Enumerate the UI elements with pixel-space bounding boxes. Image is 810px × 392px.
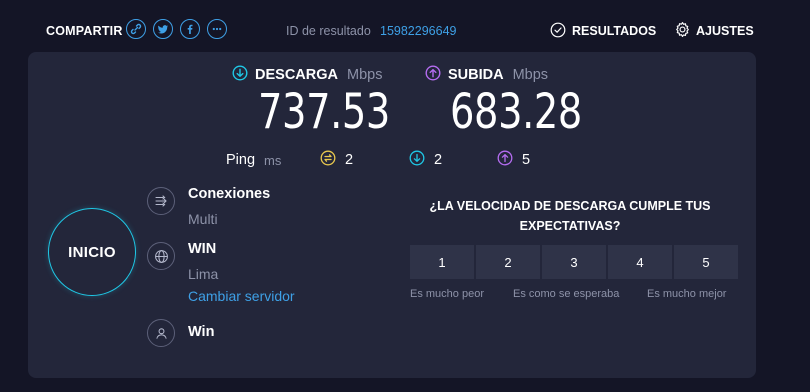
results-button[interactable]: RESULTADOS: [550, 22, 656, 40]
ping-download: 2: [409, 150, 442, 170]
download-header: DESCARGA Mbps: [232, 65, 383, 85]
rating-option-5[interactable]: 5: [674, 245, 738, 279]
download-speed-value: 737.53: [258, 84, 390, 140]
rating-caption-low: Es mucho peor: [410, 288, 484, 300]
rating-options: 1 2 3 4 5: [410, 245, 738, 279]
settings-label: AJUSTES: [696, 24, 754, 38]
results-label: RESULTADOS: [572, 24, 657, 38]
ping-download-value: 2: [434, 152, 443, 168]
ping-idle: 2: [320, 150, 353, 170]
connections-title: Conexiones: [188, 186, 271, 202]
connections-icon: [147, 187, 175, 215]
download-label: DESCARGA: [255, 67, 338, 83]
ping-upload-value: 5: [522, 152, 531, 168]
ping-unit: ms: [264, 153, 282, 168]
ping-label: Ping: [226, 152, 256, 168]
connections-value: Multi: [188, 211, 218, 227]
start-button[interactable]: INICIO: [48, 208, 136, 296]
upload-speed-value: 683.28: [450, 84, 582, 140]
upload-unit: Mbps: [512, 67, 549, 83]
share-label: COMPARTIR: [46, 24, 123, 38]
gear-icon: [674, 21, 691, 41]
settings-button[interactable]: AJUSTES: [674, 22, 754, 40]
server-location: Lima: [188, 266, 219, 282]
rating-caption-mid: Es como se esperaba: [513, 288, 620, 300]
result-id-link[interactable]: 15982296649: [380, 24, 456, 38]
rating-option-2[interactable]: 2: [476, 245, 540, 279]
result-id-label: ID de resultado: [286, 24, 371, 38]
ping-idle-value: 2: [345, 152, 354, 168]
more-icon[interactable]: [207, 19, 227, 39]
rating-option-1[interactable]: 1: [410, 245, 474, 279]
upload-header: SUBIDA Mbps: [425, 65, 549, 85]
user-name: Win: [188, 324, 215, 340]
download-arrow-icon: [232, 65, 248, 85]
facebook-icon[interactable]: [180, 19, 200, 39]
rating-question: ¿LA VELOCIDAD DE DESCARGA CUMPLE TUS EXP…: [429, 199, 711, 233]
provider-name: WIN: [188, 241, 217, 257]
upload-arrow-icon: [425, 65, 441, 85]
rating-caption-high: Es mucho mejor: [647, 288, 727, 300]
user-icon: [147, 319, 175, 347]
rating-option-3[interactable]: 3: [542, 245, 606, 279]
download-latency-icon: [409, 150, 425, 170]
ping-upload: 5: [497, 150, 530, 170]
twitter-icon[interactable]: [153, 19, 173, 39]
link-icon[interactable]: [126, 19, 146, 39]
check-circle-icon: [550, 22, 566, 41]
rating-option-4[interactable]: 4: [608, 245, 672, 279]
upload-latency-icon: [497, 150, 513, 170]
download-unit: Mbps: [346, 67, 383, 83]
idle-latency-icon: [320, 150, 336, 170]
globe-icon: [147, 242, 175, 270]
change-server-link[interactable]: Cambiar servidor: [188, 288, 295, 304]
upload-label: SUBIDA: [448, 67, 504, 83]
top-bar: COMPARTIR ID de resultado 15982296649 RE…: [0, 0, 810, 60]
